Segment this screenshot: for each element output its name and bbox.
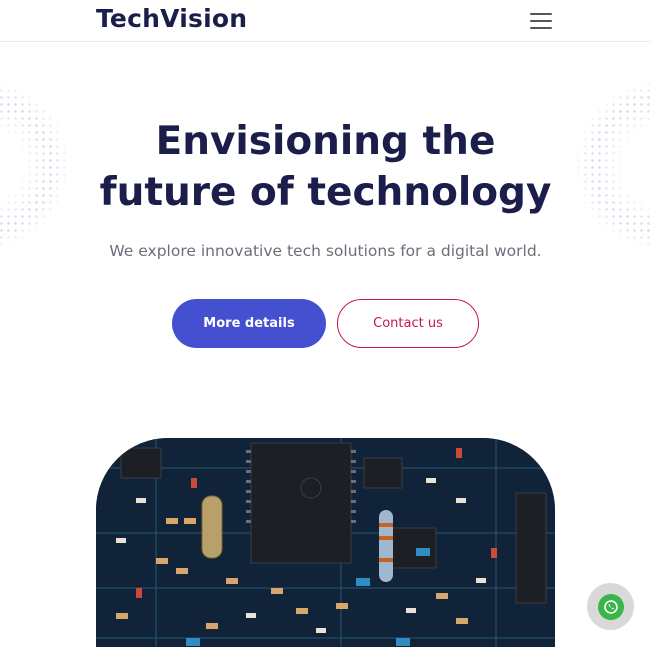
whatsapp-icon bbox=[597, 593, 624, 620]
hero-title-line: future of technology bbox=[99, 170, 552, 215]
hamburger-menu-icon[interactable] bbox=[528, 10, 554, 32]
circuit-board-graphic bbox=[96, 438, 555, 647]
whatsapp-glyph bbox=[603, 599, 618, 614]
hero-subtitle: We explore innovative tech solutions for… bbox=[109, 242, 542, 260]
menu-bar bbox=[530, 13, 552, 15]
more-details-button[interactable]: More details bbox=[172, 299, 326, 348]
menu-bar bbox=[530, 20, 552, 22]
contact-us-button[interactable]: Contact us bbox=[337, 299, 479, 348]
site-header: TechVision bbox=[0, 0, 651, 42]
circuit-board-image bbox=[96, 438, 555, 647]
page: TechVision Envisioning the future of tec… bbox=[0, 0, 651, 647]
menu-bar bbox=[530, 27, 552, 29]
hero-title-line: Envisioning the bbox=[155, 119, 496, 164]
whatsapp-chat-button[interactable] bbox=[587, 583, 634, 630]
site-logo[interactable]: TechVision bbox=[96, 4, 247, 33]
hero-title: Envisioning the future of technology bbox=[60, 116, 591, 218]
